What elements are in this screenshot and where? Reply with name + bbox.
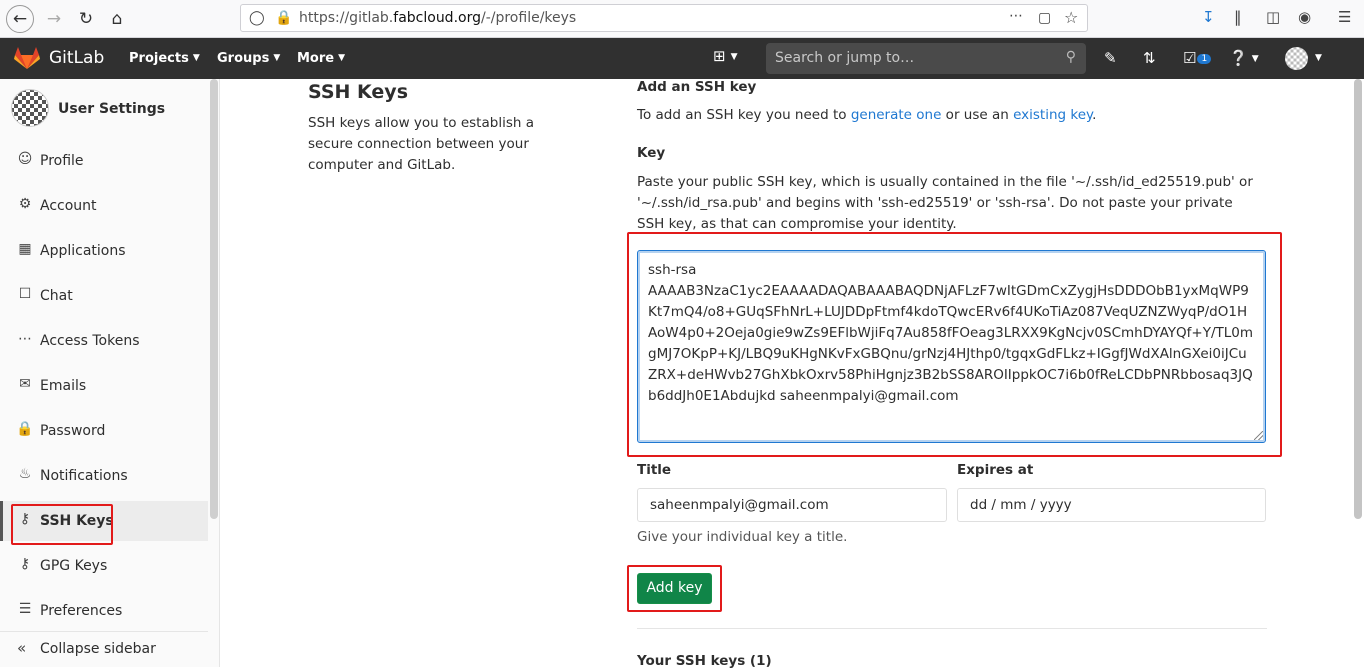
search-input[interactable]: Search or jump to… ⚲	[766, 43, 1086, 74]
sidebar-item-notifications[interactable]: ♨ Notifications	[0, 456, 208, 496]
help-icon[interactable]: ❔ ▼	[1229, 49, 1259, 67]
sidebar-item-chat[interactable]: ☐ Chat	[0, 276, 208, 316]
preferences-icon: ☰	[18, 601, 32, 617]
divider	[637, 628, 1267, 629]
download-icon[interactable]: ↧	[1202, 8, 1215, 26]
sidebar-item-gpg-keys[interactable]: ⚷ GPG Keys	[0, 546, 208, 586]
sidebar: User Settings ☺ Profile ⚙ Account ▦ Appl…	[0, 79, 220, 667]
sidebar-item-access-tokens[interactable]: ⋯ Access Tokens	[0, 321, 208, 361]
email-icon: ✉	[19, 376, 31, 392]
url-bar[interactable]: ◯ 🔒 https://gitlab.fabcloud.org/-/profil…	[240, 4, 1088, 32]
new-plus-icon[interactable]: ⊞ ▼	[713, 47, 738, 65]
sidebar-item-applications[interactable]: ▦ Applications	[0, 231, 208, 271]
sidebar-item-password[interactable]: 🔒 Password	[0, 411, 208, 451]
todo-count-badge: 1	[1197, 54, 1212, 64]
collapse-icon: «	[17, 639, 27, 657]
hamburger-menu-icon[interactable]: ☰	[1338, 8, 1351, 26]
sidebar-title: User Settings	[58, 101, 166, 117]
sidebar-toggle-icon[interactable]: ◫	[1266, 8, 1280, 26]
key-textarea[interactable]: ssh-rsa AAAAB3NzaC1yc2EAAAADAQABAAABAQDN…	[637, 250, 1266, 443]
chevron-down-icon[interactable]: ▼	[1315, 53, 1322, 63]
gitlab-logo-icon[interactable]	[14, 46, 40, 70]
key-icon: ⚷	[19, 556, 31, 572]
title-label: Title	[637, 462, 672, 478]
generate-one-link[interactable]: generate one	[851, 107, 942, 123]
key-help-text: Paste your public SSH key, which is usua…	[637, 174, 1253, 232]
page-title: SSH Keys	[308, 81, 409, 103]
sidebar-scrollbar[interactable]	[210, 79, 218, 519]
title-input[interactable]: saheenmpalyi@gmail.com	[637, 488, 947, 522]
title-help-text: Give your individual key a title.	[637, 529, 848, 545]
forward-arrow-icon[interactable]: →	[40, 5, 68, 33]
pocket-icon[interactable]: ▢	[1038, 10, 1051, 26]
sidebar-item-account[interactable]: ⚙ Account	[0, 186, 208, 226]
sidebar-item-preferences[interactable]: ☰ Preferences	[0, 591, 208, 631]
highlight-box-ssh-keys	[11, 504, 113, 545]
more-dots-icon[interactable]: ⋯	[1009, 8, 1023, 24]
chat-icon: ☐	[18, 286, 32, 302]
expires-label: Expires at	[957, 462, 1034, 478]
add-key-button[interactable]: Add key	[637, 573, 712, 604]
chevron-down-icon: ▼	[338, 53, 346, 63]
library-icon[interactable]: ‖	[1234, 8, 1242, 26]
collapse-sidebar-button[interactable]: « Collapse sidebar	[0, 631, 208, 667]
todos-icon[interactable]: ☑ 1	[1183, 49, 1212, 67]
lock-icon: 🔒	[16, 421, 34, 437]
key-label: Key	[637, 145, 666, 161]
sidebar-item-profile[interactable]: ☺ Profile	[0, 141, 208, 181]
avatar[interactable]	[1285, 47, 1308, 70]
back-arrow-icon[interactable]: ←	[6, 5, 34, 33]
lock-icon: 🔒	[275, 10, 293, 26]
bell-icon: ♨	[18, 466, 32, 482]
expires-date-input[interactable]: dd / mm / yyyy	[957, 488, 1266, 522]
gitlab-brand[interactable]: GitLab	[49, 48, 104, 68]
browser-toolbar: ← → ↻ ⌂ ◯ 🔒 https://gitlab.fabcloud.org/…	[0, 0, 1364, 38]
url-text: https://gitlab.fabcloud.org/-/profile/ke…	[299, 10, 577, 26]
add-key-heading: Add an SSH key	[637, 79, 757, 95]
chevron-down-icon: ▼	[192, 53, 200, 63]
issues-icon[interactable]: ✎	[1104, 49, 1117, 67]
page-scrollbar[interactable]	[1354, 79, 1362, 519]
reload-icon[interactable]: ↻	[72, 5, 100, 33]
profile-icon: ☺	[17, 151, 33, 167]
resize-handle[interactable]	[1254, 431, 1263, 440]
token-icon: ⋯	[18, 331, 32, 347]
main-content: SSH Keys SSH keys allow you to establish…	[220, 79, 1352, 669]
merge-requests-icon[interactable]: ⇅	[1143, 49, 1156, 67]
add-key-intro: To add an SSH key you need to generate o…	[637, 107, 1097, 123]
star-icon[interactable]: ☆	[1064, 8, 1078, 27]
home-icon[interactable]: ⌂	[103, 5, 131, 33]
existing-key-link[interactable]: existing key	[1013, 107, 1092, 123]
gitlab-header: GitLab Projects ▼ Groups ▼ More ▼ ⊞ ▼ Search…	[0, 38, 1364, 79]
menu-more[interactable]: More ▼	[297, 51, 345, 66]
menu-projects[interactable]: Projects ▼	[129, 51, 200, 66]
applications-icon: ▦	[18, 241, 32, 257]
user-settings-avatar	[11, 89, 49, 127]
sidebar-item-emails[interactable]: ✉ Emails	[0, 366, 208, 406]
section-description: SSH keys allow you to establish a secure…	[308, 115, 534, 173]
menu-groups[interactable]: Groups ▼	[217, 51, 280, 66]
chevron-down-icon: ▼	[273, 53, 281, 63]
search-icon: ⚲	[1065, 49, 1076, 65]
shield-icon: ◯	[249, 10, 265, 26]
account-icon: ⚙	[18, 196, 32, 212]
account-circle-icon[interactable]: ◉	[1298, 8, 1311, 26]
